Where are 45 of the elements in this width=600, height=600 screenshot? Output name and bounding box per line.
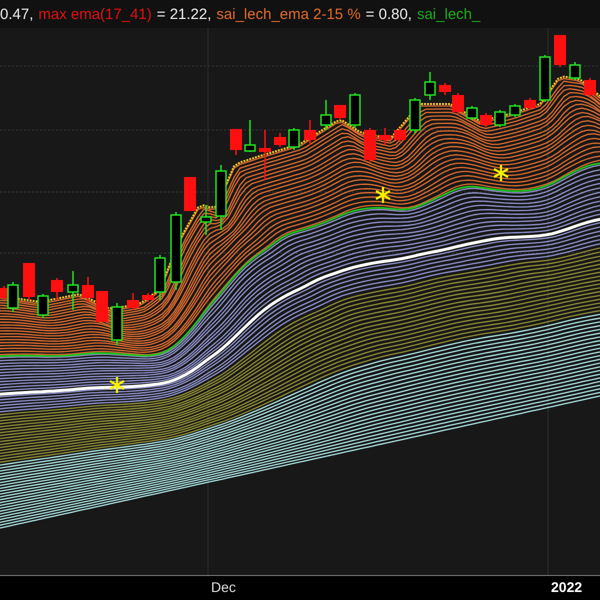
legend-text: = 0.80, — [366, 6, 412, 22]
candlestick — [111, 303, 123, 345]
candlestick — [37, 294, 49, 318]
axis-label: 2022 — [551, 579, 582, 595]
candlestick — [288, 128, 300, 150]
candlestick — [320, 100, 332, 130]
legend-text: = 21.22, — [156, 6, 212, 22]
asterisk-marker — [108, 376, 126, 394]
candlestick — [230, 129, 242, 155]
legend-text: sai_lech_ema 2-15 % — [216, 6, 361, 22]
candlestick — [215, 165, 227, 230]
candlestick — [509, 104, 521, 117]
candlestick — [494, 110, 506, 127]
candlestick — [554, 35, 566, 67]
candlestick — [274, 133, 286, 147]
candlestick — [244, 120, 256, 152]
candlestick — [584, 78, 596, 97]
candlestick — [200, 205, 212, 235]
candlestick — [82, 277, 94, 302]
candlestick — [259, 130, 271, 180]
candlestick — [524, 98, 536, 110]
asterisk-marker — [492, 164, 510, 182]
candlestick — [304, 120, 316, 145]
candlestick — [51, 278, 63, 300]
candlestick — [466, 106, 478, 120]
candlestick — [127, 293, 139, 310]
axis-label: Dec — [211, 579, 236, 595]
legend-text: 0.47, — [0, 6, 34, 22]
candlestick — [334, 105, 346, 120]
candlestick — [379, 128, 391, 145]
legend-text: sai_lech_ — [416, 6, 480, 22]
candlestick — [23, 263, 35, 300]
candlestick — [349, 93, 361, 128]
candlestick — [569, 62, 581, 80]
candlestick — [480, 113, 492, 127]
asterisk-marker — [374, 186, 392, 204]
candlestick — [424, 72, 436, 100]
candlestick — [67, 271, 79, 310]
candlestick — [539, 55, 551, 102]
candlestick — [364, 128, 376, 162]
candlestick — [394, 128, 406, 142]
candlestick — [184, 177, 196, 211]
candlestick — [96, 291, 108, 322]
candlestick — [409, 98, 421, 133]
legend-text: max ema(17_41) — [38, 6, 152, 22]
